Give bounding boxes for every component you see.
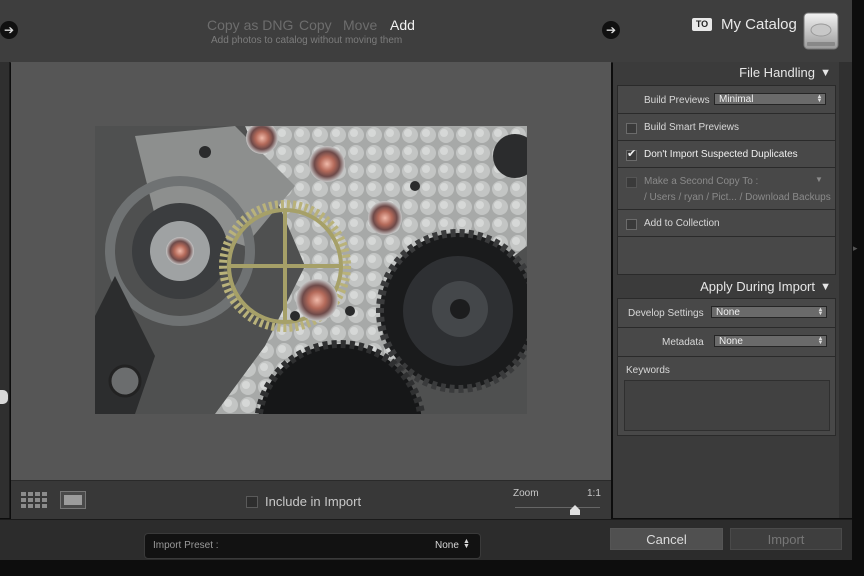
import-top-bar: ➔ Copy as DNG Copy Move Add Add photos t… bbox=[0, 0, 852, 63]
import-button[interactable]: Import bbox=[730, 528, 842, 550]
zoom-label: Zoom bbox=[513, 488, 539, 499]
develop-settings-select[interactable]: None ▲ ▼ bbox=[711, 306, 827, 318]
mode-copy-as-dng[interactable]: Copy as DNG bbox=[207, 17, 293, 33]
file-handling-box: Build Previews Minimal ▲ ▼ Build Smart Pr… bbox=[617, 85, 836, 275]
apply-during-import-title: Apply During Import bbox=[700, 279, 815, 294]
metadata-value: None bbox=[719, 336, 743, 347]
import-preset-label: Import Preset : bbox=[153, 540, 219, 551]
hard-disk-icon[interactable] bbox=[803, 12, 839, 50]
arrow-right-icon[interactable]: ➔ bbox=[602, 21, 620, 39]
develop-settings-row: Develop Settings None ▲ ▼ bbox=[618, 299, 835, 328]
second-copy-row: Make a Second Copy To : ▼ / Users / ryan… bbox=[618, 168, 835, 210]
right-panel: File Handling ▼ Build Previews Minimal ▲… bbox=[613, 62, 839, 518]
catalog-name[interactable]: My Catalog bbox=[721, 16, 797, 33]
import-preset-select[interactable]: Import Preset : None ▲ ▼ bbox=[144, 533, 481, 559]
include-in-import-label: Include in Import bbox=[265, 494, 362, 509]
dont-import-duplicates-label: Don't Import Suspected Duplicates bbox=[644, 149, 798, 160]
add-to-collection-row[interactable]: Add to Collection bbox=[618, 210, 835, 237]
file-handling-header[interactable]: File Handling ▼ bbox=[613, 62, 839, 84]
select-spinner-icon: ▲ ▼ bbox=[817, 307, 824, 317]
second-copy-checkbox[interactable] bbox=[626, 177, 637, 188]
second-copy-label: Make a Second Copy To : bbox=[644, 176, 759, 187]
apply-during-import-box: Develop Settings None ▲ ▼ Metadata None ▲… bbox=[617, 298, 836, 436]
second-copy-path[interactable]: / Users / ryan / Pict... / Download Back… bbox=[644, 192, 831, 203]
build-previews-value: Minimal bbox=[719, 94, 754, 105]
right-panel-toggle-icon[interactable]: ▸ bbox=[853, 243, 858, 254]
grid-view-icon[interactable] bbox=[21, 492, 47, 513]
zoom-slider-thumb[interactable] bbox=[569, 502, 580, 520]
mode-copy[interactable]: Copy bbox=[299, 17, 332, 33]
smart-previews-row[interactable]: Build Smart Previews bbox=[618, 114, 835, 141]
mode-add[interactable]: Add bbox=[390, 17, 415, 33]
zoom-slider-track[interactable] bbox=[515, 507, 600, 508]
arrow-right-icon[interactable]: ➔ bbox=[0, 21, 18, 39]
photo-preview[interactable] bbox=[95, 126, 527, 414]
collapse-triangle-icon[interactable]: ▼ bbox=[820, 67, 831, 79]
add-to-collection-checkbox[interactable] bbox=[626, 219, 637, 230]
select-spinner-icon: ▲ ▼ bbox=[816, 94, 823, 104]
select-spinner-icon: ▲ ▼ bbox=[817, 336, 824, 346]
develop-settings-label: Develop Settings bbox=[628, 308, 704, 319]
add-to-collection-label: Add to Collection bbox=[644, 218, 720, 229]
build-previews-label: Build Previews bbox=[644, 95, 710, 106]
mode-description: Add photos to catalog without moving the… bbox=[211, 35, 403, 46]
dont-import-duplicates-row[interactable]: Don't Import Suspected Duplicates bbox=[618, 141, 835, 168]
file-handling-title: File Handling bbox=[739, 65, 815, 80]
metadata-label: Metadata bbox=[662, 337, 704, 348]
metadata-row: Metadata None ▲ ▼ bbox=[618, 328, 835, 357]
loupe-view-icon[interactable] bbox=[60, 491, 86, 509]
collapse-triangle-icon[interactable]: ▼ bbox=[820, 281, 831, 293]
keywords-label: Keywords bbox=[626, 365, 670, 376]
select-spinner-icon: ▲ ▼ bbox=[463, 538, 470, 550]
right-panel-edge bbox=[839, 62, 852, 518]
mode-move[interactable]: Move bbox=[343, 17, 377, 33]
second-copy-dropdown-icon[interactable]: ▼ bbox=[815, 175, 823, 184]
keywords-field[interactable] bbox=[624, 380, 830, 431]
apply-during-import-header[interactable]: Apply During Import ▼ bbox=[613, 276, 839, 298]
dont-import-duplicates-checkbox[interactable] bbox=[626, 147, 637, 161]
to-badge: TO bbox=[692, 18, 712, 31]
build-previews-row: Build Previews Minimal ▲ ▼ bbox=[618, 86, 835, 114]
smart-previews-checkbox[interactable] bbox=[626, 123, 637, 134]
smart-previews-label: Build Smart Previews bbox=[644, 122, 740, 133]
include-in-import-checkbox[interactable] bbox=[246, 496, 258, 508]
zoom-level: 1:1 bbox=[587, 488, 601, 499]
cancel-button[interactable]: Cancel bbox=[610, 528, 723, 550]
left-panel-toggle[interactable] bbox=[0, 390, 8, 404]
metadata-select[interactable]: None ▲ ▼ bbox=[714, 335, 827, 347]
source-panel-edge bbox=[0, 62, 10, 518]
import-preset-value: None bbox=[435, 540, 459, 551]
develop-settings-value: None bbox=[716, 307, 740, 318]
build-previews-select[interactable]: Minimal ▲ ▼ bbox=[714, 93, 826, 105]
